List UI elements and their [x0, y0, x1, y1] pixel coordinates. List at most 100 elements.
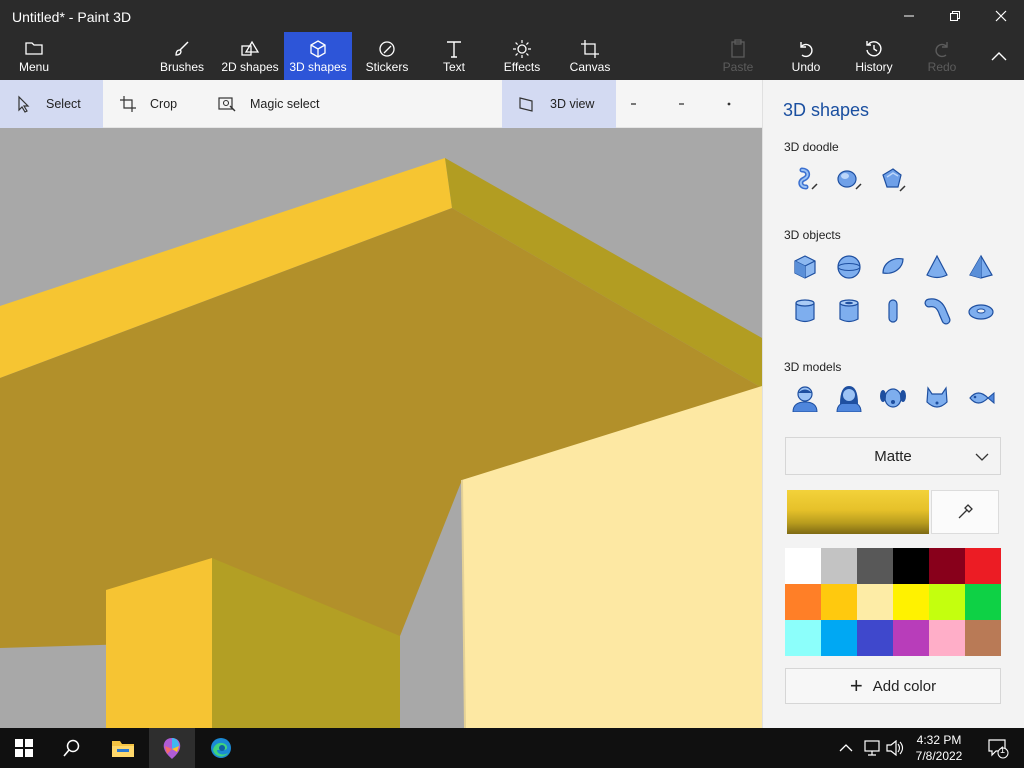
show-hidden-icons-button[interactable] — [834, 728, 858, 768]
color-swatch[interactable] — [785, 620, 821, 656]
tab-label: Stickers — [365, 60, 409, 74]
capsule-object-icon[interactable] — [875, 293, 911, 329]
paint3d-taskbar-icon[interactable] — [149, 728, 195, 768]
color-swatch[interactable] — [929, 584, 965, 620]
man-model-icon[interactable] — [787, 380, 823, 416]
color-swatch[interactable] — [893, 584, 929, 620]
tab-2d-shapes[interactable]: 2D shapes — [218, 32, 282, 80]
color-swatch[interactable] — [785, 584, 821, 620]
volume-button[interactable] — [884, 728, 906, 768]
color-swatch[interactable] — [785, 548, 821, 584]
plus-icon — [679, 103, 684, 105]
collapse-ribbon-button[interactable] — [976, 32, 1022, 80]
fish-model-icon[interactable] — [963, 380, 999, 416]
search-button[interactable] — [48, 728, 96, 768]
color-swatch[interactable] — [929, 548, 965, 584]
sphere-object-icon[interactable] — [831, 249, 867, 285]
add-color-button[interactable]: + Add color — [785, 668, 1001, 704]
woman-model-icon[interactable] — [831, 380, 867, 416]
zoom-out-button[interactable] — [630, 80, 650, 128]
color-swatch[interactable] — [965, 584, 1001, 620]
edge-taskbar-icon[interactable] — [198, 728, 244, 768]
color-swatch[interactable] — [821, 548, 857, 584]
menu-label: Menu — [18, 60, 50, 74]
doodle-heading: 3D doodle — [784, 140, 839, 154]
color-swatch[interactable] — [857, 548, 893, 584]
color-swatch[interactable] — [965, 548, 1001, 584]
window-title: Untitled* - Paint 3D — [12, 9, 132, 25]
network-button[interactable] — [860, 728, 884, 768]
network-icon — [864, 740, 880, 756]
tab-effects[interactable]: Effects — [498, 32, 546, 80]
tab-label: 3D shapes — [289, 60, 347, 74]
action-center-button[interactable]: 1 — [978, 728, 1018, 768]
start-button[interactable] — [0, 728, 48, 768]
color-swatch[interactable] — [929, 620, 965, 656]
canvas-toolbar: Select Crop Magic select 3D view — [0, 80, 762, 128]
cylinder-object-icon[interactable] — [787, 293, 823, 329]
color-swatch[interactable] — [821, 584, 857, 620]
color-swatch[interactable] — [857, 584, 893, 620]
cat-model-icon[interactable] — [919, 380, 955, 416]
crop-tool[interactable]: Crop — [120, 80, 200, 128]
dog-model-icon[interactable] — [875, 380, 911, 416]
color-swatch[interactable] — [965, 620, 1001, 656]
more-options-button[interactable] — [726, 80, 748, 128]
eyedropper-button[interactable] — [931, 490, 999, 534]
search-icon — [63, 739, 80, 757]
donut-object-icon[interactable] — [963, 293, 999, 329]
magic-select-tool[interactable]: Magic select — [218, 80, 328, 128]
hemisphere-object-icon[interactable] — [875, 249, 911, 285]
cone-object-icon[interactable] — [919, 249, 955, 285]
undo-button[interactable]: Undo — [782, 32, 830, 80]
current-color-swatch[interactable] — [787, 490, 929, 534]
close-button[interactable] — [978, 0, 1024, 32]
notification-icon — [988, 739, 1009, 759]
plus-icon: + — [849, 673, 863, 698]
tube-object-icon[interactable] — [831, 293, 867, 329]
zoom-in-button[interactable] — [678, 80, 698, 128]
eyedropper-icon — [958, 504, 973, 519]
3d-view-toggle[interactable]: 3D view — [502, 80, 616, 128]
tab-brushes[interactable]: Brushes — [156, 32, 208, 80]
add-color-label: Add color — [872, 677, 937, 695]
redo-icon — [935, 42, 948, 58]
title-bar: Untitled* - Paint 3D — [0, 0, 1024, 32]
ellipsis-icon — [727, 102, 731, 106]
undo-label: Undo — [791, 60, 821, 74]
curved-cylinder-object-icon[interactable] — [919, 293, 955, 329]
magic-select-icon — [218, 97, 236, 112]
3d-canvas[interactable] — [0, 128, 762, 728]
select-label: Select — [46, 97, 81, 111]
select-tool[interactable]: Select — [0, 80, 103, 128]
tab-canvas[interactable]: Canvas — [566, 32, 614, 80]
clock-time: 4:32 PM — [916, 733, 962, 747]
sharp-doodle-icon[interactable] — [787, 162, 823, 198]
tab-3d-shapes[interactable]: 3D shapes — [284, 32, 352, 80]
material-dropdown[interactable]: Matte — [785, 437, 1001, 475]
3d-view-icon — [519, 97, 533, 112]
pyramid-object-icon[interactable] — [963, 249, 999, 285]
color-palette — [785, 548, 1001, 656]
cube-object-icon[interactable] — [787, 249, 823, 285]
minimize-button[interactable] — [886, 0, 932, 32]
tab-stickers[interactable]: Stickers — [360, 32, 414, 80]
color-swatch[interactable] — [893, 620, 929, 656]
file-explorer-taskbar-icon[interactable] — [100, 728, 146, 768]
tab-label: Brushes — [159, 60, 205, 74]
tab-text[interactable]: Text — [430, 32, 478, 80]
color-swatch[interactable] — [857, 620, 893, 656]
redo-button[interactable]: Redo — [918, 32, 966, 80]
soft-doodle-icon[interactable] — [831, 162, 867, 198]
extrude-doodle-icon[interactable] — [875, 162, 911, 198]
maximize-button[interactable] — [932, 0, 978, 32]
color-swatch[interactable] — [821, 620, 857, 656]
history-button[interactable]: History — [848, 32, 900, 80]
clock[interactable]: 4:32 PM 7/8/2022 — [904, 732, 974, 764]
color-swatch[interactable] — [893, 548, 929, 584]
paste-button[interactable]: Paste — [714, 32, 762, 80]
redo-label: Redo — [927, 60, 957, 74]
3d-scene[interactable] — [0, 128, 762, 728]
menu-button[interactable]: Menu — [6, 32, 62, 80]
speaker-icon — [886, 740, 904, 756]
